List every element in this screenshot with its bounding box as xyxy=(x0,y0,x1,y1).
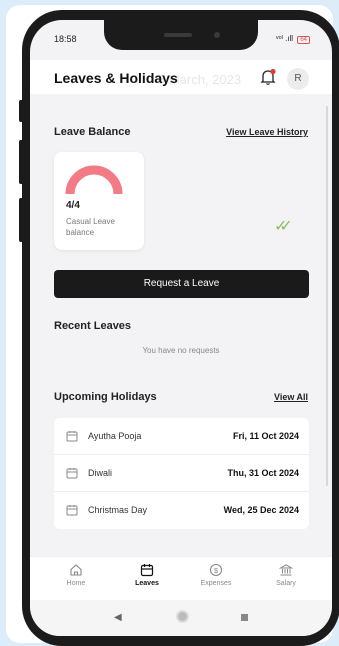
dollar-icon: $ xyxy=(209,563,223,577)
leave-balance-title: Leave Balance xyxy=(54,126,131,138)
tab-expenses-label: Expenses xyxy=(200,580,232,587)
app-header: 8 March, 2023 Leaves & Holidays R xyxy=(30,60,332,94)
notch xyxy=(104,20,258,50)
tab-expenses[interactable]: $ Expenses xyxy=(186,563,246,587)
svg-text:$: $ xyxy=(214,566,219,575)
bell-icon[interactable] xyxy=(258,67,278,87)
home-button-icon[interactable] xyxy=(176,610,189,623)
holiday-row[interactable]: Christmas Day Wed, 25 Dec 2024 xyxy=(54,492,309,529)
camera xyxy=(214,32,220,38)
calendar-icon xyxy=(66,468,78,479)
leave-description: Casual Leave balance xyxy=(66,217,115,237)
avatar[interactable]: R xyxy=(287,68,309,90)
bank-icon xyxy=(279,564,293,576)
tab-home[interactable]: Home xyxy=(46,563,106,587)
battery-icon: 64 xyxy=(297,36,310,44)
status-time: 18:58 xyxy=(54,34,77,44)
holiday-name: Diwali xyxy=(88,468,113,478)
upcoming-holidays-title: Upcoming Holidays xyxy=(54,391,157,403)
holiday-date: Fri, 11 Oct 2024 xyxy=(232,431,299,441)
calendar-icon xyxy=(66,431,78,442)
leave-count: 4/4 xyxy=(66,200,80,211)
tab-salary-label: Salary xyxy=(276,580,296,587)
holiday-name: Ayutha Pooja xyxy=(88,431,142,441)
bottom-tab-bar: Home Leaves $ Expenses Salary xyxy=(30,556,332,600)
holiday-date: Wed, 25 Dec 2024 xyxy=(223,505,299,515)
page-title: Leaves & Holidays xyxy=(54,70,178,86)
back-icon[interactable]: ◀ xyxy=(114,612,122,623)
signal-icon: ᵛᵒˡ .ıll xyxy=(276,34,294,43)
home-icon xyxy=(70,564,82,576)
status-right: ᵛᵒˡ .ıll 64 xyxy=(276,34,310,44)
tab-leaves[interactable]: Leaves xyxy=(117,563,177,587)
recent-apps-icon[interactable] xyxy=(241,614,248,621)
calendar-icon xyxy=(140,564,154,577)
holiday-row[interactable]: Diwali Thu, 31 Oct 2024 xyxy=(54,455,309,492)
speaker xyxy=(164,33,192,37)
request-leave-button[interactable]: Request a Leave xyxy=(54,270,309,298)
calendar-icon xyxy=(66,505,78,516)
system-nav-bar: ◀ xyxy=(30,600,332,636)
view-all-link[interactable]: View All xyxy=(274,392,308,402)
phone-screen: 18:58 ᵛᵒˡ .ıll 64 8 March, 2023 Leaves &… xyxy=(30,20,332,636)
tab-leaves-label: Leaves xyxy=(135,580,159,587)
double-check-icon: ✓✓ xyxy=(274,218,293,235)
recent-leaves-title: Recent Leaves xyxy=(54,320,132,332)
scrollbar[interactable] xyxy=(326,106,328,486)
holiday-row[interactable]: Ayutha Pooja Fri, 11 Oct 2024 xyxy=(54,418,309,455)
holiday-name: Christmas Day xyxy=(88,505,148,515)
tab-salary[interactable]: Salary xyxy=(256,563,316,587)
holiday-list: Ayutha Pooja Fri, 11 Oct 2024 Diwali Thu… xyxy=(54,418,309,529)
leave-gauge xyxy=(65,165,123,195)
tab-home-label: Home xyxy=(66,580,86,587)
recent-leaves-empty: You have no requests xyxy=(142,346,220,355)
holiday-date: Thu, 31 Oct 2024 xyxy=(227,468,299,478)
casual-leave-card[interactable]: 4/4 Casual Leave balance xyxy=(54,152,144,250)
view-leave-history-link[interactable]: View Leave History xyxy=(226,127,308,137)
